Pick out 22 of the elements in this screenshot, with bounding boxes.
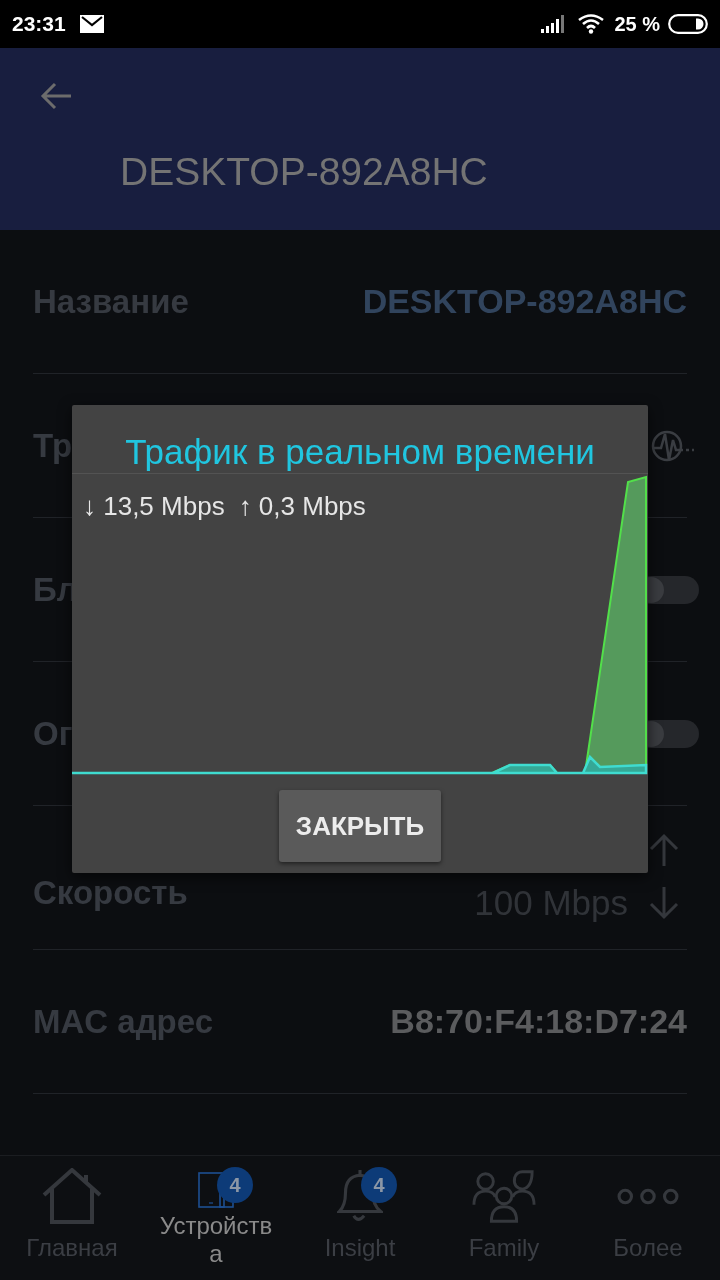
wifi-icon <box>578 14 605 34</box>
back-arrow-icon[interactable] <box>40 82 72 110</box>
count-badge: 4 <box>361 1167 397 1203</box>
more-dots-icon <box>617 1187 679 1205</box>
up-arrow-icon <box>648 832 680 867</box>
status-time: 23:31 <box>12 12 66 36</box>
traffic-reading: ↓ 13,5 Mbps <box>83 491 225 522</box>
nav-tab[interactable]: 4 Устройства <box>144 1156 288 1280</box>
close-button[interactable]: ЗАКРЫТЬ <box>279 790 441 862</box>
battery-icon <box>668 14 708 34</box>
mail-icon <box>79 15 104 33</box>
count-badge: 4 <box>217 1167 253 1203</box>
house-icon <box>42 1168 102 1224</box>
down-arrow-icon <box>648 885 680 920</box>
traffic-reading: ↑ 0,3 Mbps <box>238 491 366 522</box>
people-icon <box>472 1168 536 1224</box>
battery-percent: 25 % <box>614 12 660 36</box>
device-name-value: DESKTOP-892A8HC <box>362 282 687 321</box>
device-title: DESKTOP-892A8HC <box>120 150 488 194</box>
mac-address-value: B8:70:F4:18:D7:24 <box>390 1002 687 1041</box>
dialog-title: Трафик в реальном времени <box>72 405 648 474</box>
signal-icon <box>541 15 565 33</box>
